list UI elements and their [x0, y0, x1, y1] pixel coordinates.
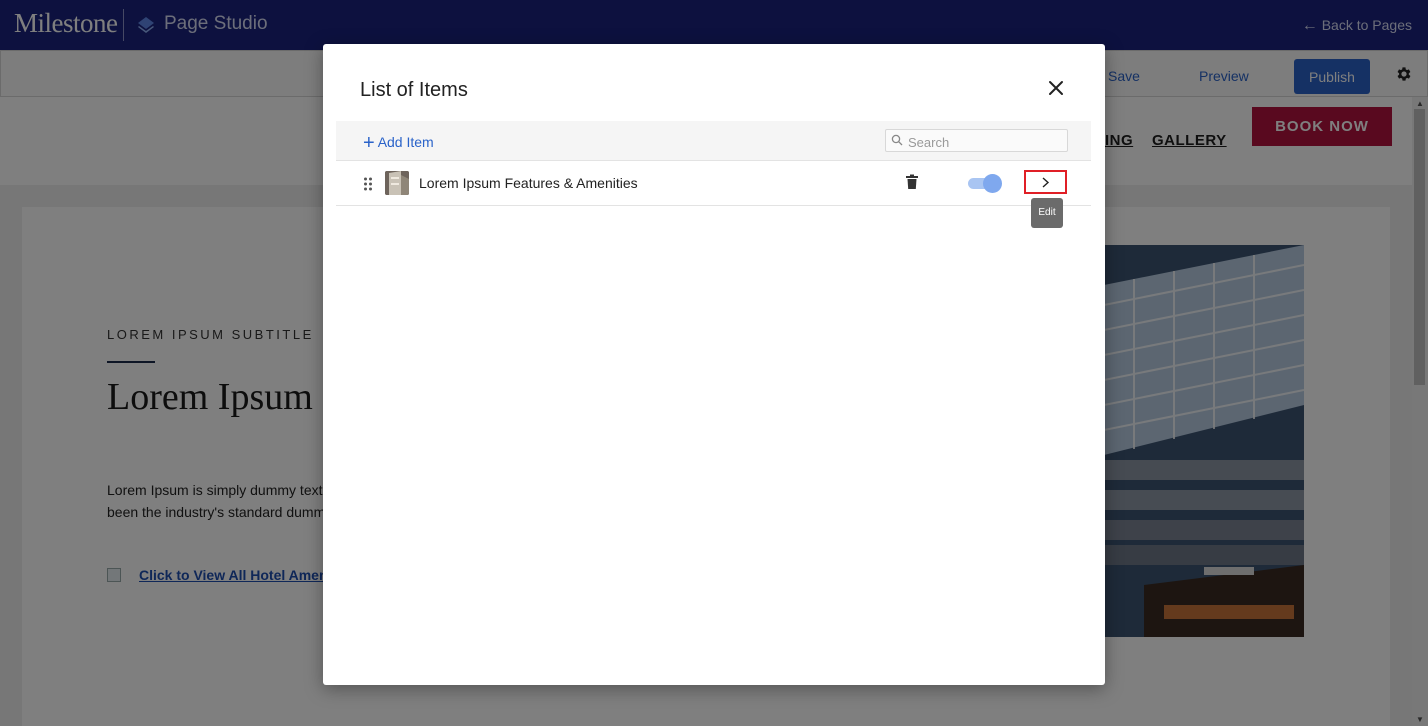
item-visibility-toggle[interactable] — [966, 174, 1002, 193]
edit-tooltip: Edit — [1031, 198, 1063, 228]
list-toolbar: + Add Item — [336, 121, 1091, 161]
add-item-label: Add Item — [377, 134, 434, 150]
toggle-knob — [983, 174, 1002, 193]
list-of-items-dialog: List of Items +Add Item Lorem Ipsum Feat… — [323, 44, 1105, 685]
add-item-button[interactable]: + Add Item — [363, 132, 434, 155]
item-thumbnail — [385, 171, 409, 195]
close-icon[interactable] — [1044, 76, 1068, 100]
edit-item-button[interactable] — [1024, 170, 1067, 194]
search-icon — [891, 134, 903, 146]
item-label: Lorem Ipsum Features & Amenities — [419, 175, 638, 191]
plus-icon: + — [363, 132, 375, 154]
chevron-right-icon — [1042, 177, 1050, 188]
drag-handle-icon[interactable] — [363, 176, 373, 192]
dialog-title: List of Items — [360, 79, 468, 101]
trash-icon[interactable] — [905, 174, 919, 190]
list-item[interactable]: Lorem Ipsum Features & Amenities — [336, 162, 1091, 206]
item-thumbnail-graphic — [385, 171, 409, 195]
search-input[interactable] — [885, 129, 1068, 152]
